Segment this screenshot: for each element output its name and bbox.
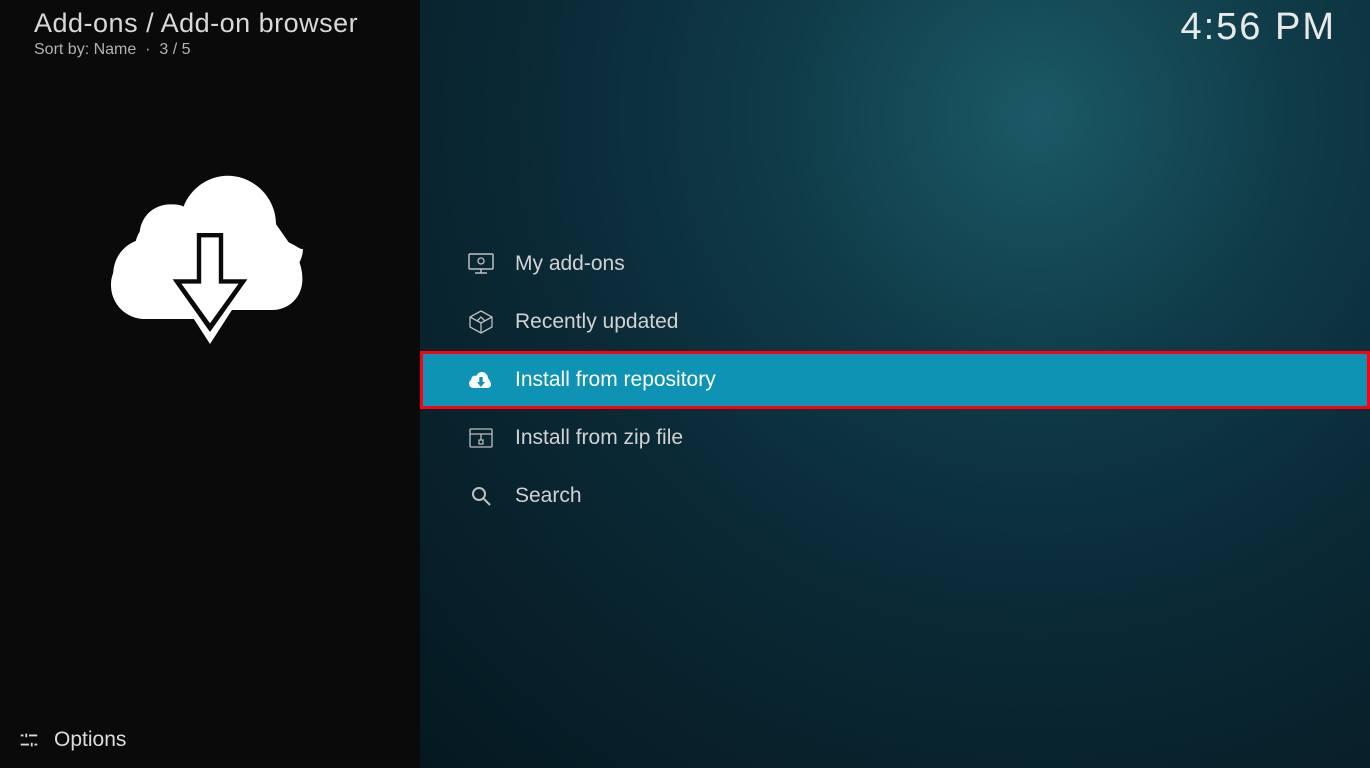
menu-item-recently-updated[interactable]: Recently updated bbox=[420, 293, 1370, 351]
sliders-icon bbox=[18, 729, 40, 751]
menu-item-label: Install from repository bbox=[515, 368, 716, 392]
menu-item-label: My add-ons bbox=[515, 252, 625, 276]
cloud-download-icon bbox=[100, 160, 320, 350]
zip-file-icon bbox=[467, 424, 495, 452]
menu-item-install-from-zip[interactable]: Install from zip file bbox=[420, 409, 1370, 467]
search-icon bbox=[467, 482, 495, 510]
menu-item-label: Install from zip file bbox=[515, 426, 683, 450]
menu-item-label: Search bbox=[515, 484, 582, 508]
breadcrumb: Add-ons / Add-on browser bbox=[34, 8, 358, 39]
clock: 4:56 PM bbox=[1180, 6, 1336, 49]
monitor-icon bbox=[467, 250, 495, 278]
menu-list: My add-ons Recently updated Install from… bbox=[420, 235, 1370, 525]
menu-item-install-from-repository[interactable]: Install from repository bbox=[420, 351, 1370, 409]
cloud-download-icon bbox=[467, 366, 495, 394]
sort-line: Sort by: Name · 3 / 5 bbox=[34, 41, 358, 59]
sort-by-label: Sort by: Name bbox=[34, 41, 136, 58]
sidebar: Options bbox=[0, 0, 420, 768]
menu-item-search[interactable]: Search bbox=[420, 467, 1370, 525]
menu-item-my-addons[interactable]: My add-ons bbox=[420, 235, 1370, 293]
options-button[interactable]: Options bbox=[18, 728, 126, 752]
header: Add-ons / Add-on browser Sort by: Name ·… bbox=[34, 8, 358, 59]
options-label: Options bbox=[54, 728, 126, 752]
position-label: 3 / 5 bbox=[159, 41, 190, 58]
menu-item-label: Recently updated bbox=[515, 310, 678, 334]
box-update-icon bbox=[467, 308, 495, 336]
main-panel: My add-ons Recently updated Install from… bbox=[420, 0, 1370, 768]
